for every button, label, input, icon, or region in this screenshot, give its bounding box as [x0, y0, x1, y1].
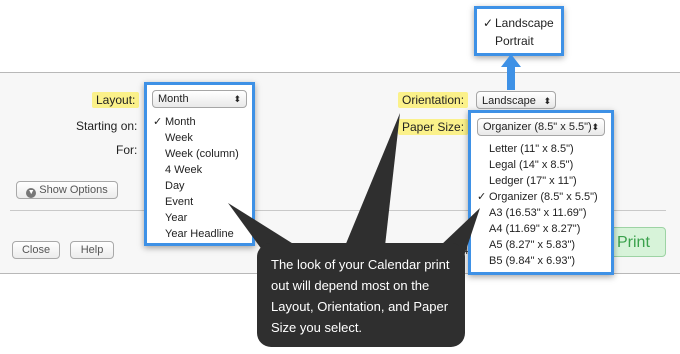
tooltip-text: The look of your Calendar print out will… — [271, 257, 450, 335]
tooltip-pointer-top — [345, 113, 400, 246]
explanation-tooltip: The look of your Calendar print out will… — [257, 243, 465, 347]
